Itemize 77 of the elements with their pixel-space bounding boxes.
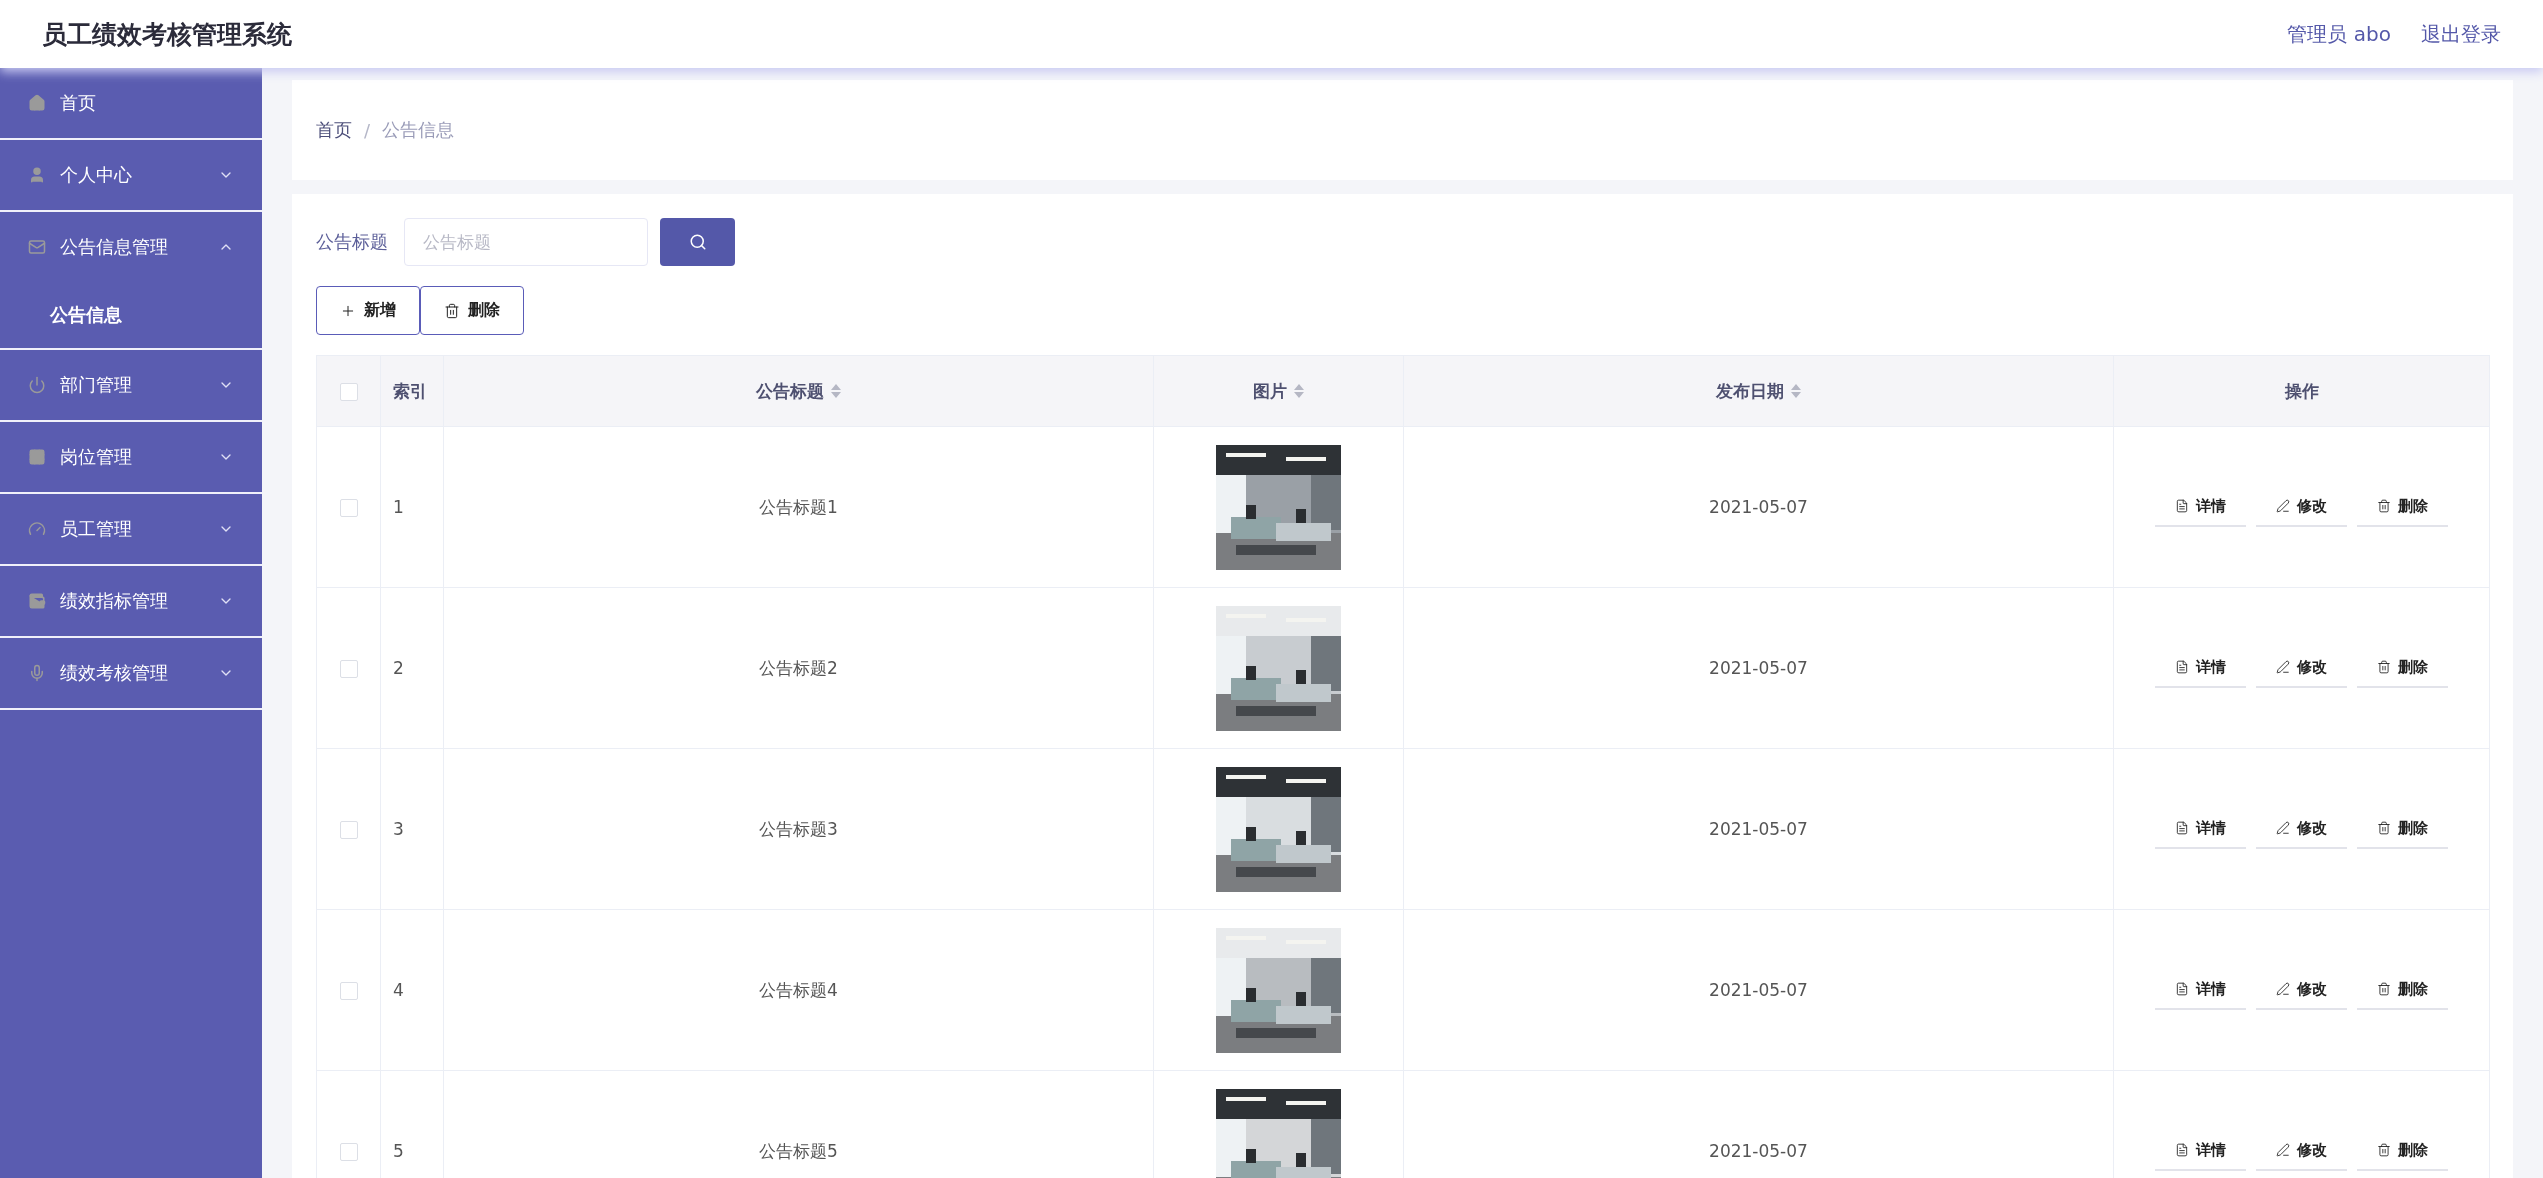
checkbox[interactable] bbox=[339, 660, 358, 678]
sidebar-item-label: 公告信息管理 bbox=[60, 235, 169, 259]
document-icon bbox=[2175, 1143, 2189, 1157]
column-header: 索引 bbox=[380, 355, 444, 427]
document-icon bbox=[2175, 821, 2189, 835]
add-button[interactable]: 新增 bbox=[316, 286, 420, 335]
trash-icon bbox=[2377, 821, 2391, 835]
sidebar-item[interactable]: 绩效指标管理 bbox=[0, 566, 262, 638]
wallet-icon bbox=[28, 592, 46, 610]
table-cell: 4 bbox=[380, 909, 444, 1071]
document-icon bbox=[2175, 660, 2189, 674]
table-cell: 公告标题4 bbox=[443, 909, 1154, 1071]
home-icon bbox=[28, 94, 46, 112]
pencil-icon bbox=[2276, 982, 2290, 996]
search-button[interactable] bbox=[660, 218, 735, 266]
user-icon bbox=[28, 166, 46, 184]
breadcrumb-separator: / bbox=[364, 119, 371, 141]
trash-icon bbox=[2377, 499, 2391, 513]
delete-button[interactable]: 删除 bbox=[420, 286, 524, 335]
user-name: 管理员 abo bbox=[2287, 20, 2391, 48]
sidebar-item[interactable]: 部门管理 bbox=[0, 350, 262, 422]
search-icon bbox=[688, 233, 707, 251]
checkbox[interactable] bbox=[339, 1143, 358, 1161]
pencil-icon bbox=[2276, 499, 2290, 513]
search-label: 公告标题 bbox=[316, 230, 388, 254]
table-cell: 2021-05-07 bbox=[1403, 909, 2114, 1071]
power-icon bbox=[28, 376, 46, 394]
sidebar-item[interactable]: 员工管理 bbox=[0, 494, 262, 566]
document-icon bbox=[2175, 499, 2189, 513]
column-header[interactable]: 图片 bbox=[1153, 355, 1404, 427]
table-cell: 2021-05-07 bbox=[1403, 426, 2114, 588]
table-cell: 公告标题2 bbox=[443, 587, 1154, 749]
sort-icon bbox=[1789, 383, 1802, 399]
checkbox[interactable] bbox=[339, 383, 358, 401]
sidebar-item-label: 岗位管理 bbox=[60, 445, 133, 469]
sidebar-item-label: 绩效考核管理 bbox=[60, 661, 169, 685]
sidebar-item[interactable]: 绩效考核管理 bbox=[0, 638, 262, 710]
gauge-icon bbox=[28, 520, 46, 538]
app-title: 员工绩效考核管理系统 bbox=[42, 18, 292, 51]
column-header[interactable]: 发布日期 bbox=[1403, 355, 2114, 427]
pencil-icon bbox=[2276, 1143, 2290, 1157]
trash-icon bbox=[2377, 660, 2391, 674]
table-cell: 公告标题1 bbox=[443, 426, 1154, 588]
trash-icon bbox=[2377, 1143, 2391, 1157]
trash-icon bbox=[444, 302, 460, 319]
table-cell: 2021-05-07 bbox=[1403, 748, 2114, 910]
sidebar-item-label: 个人中心 bbox=[60, 163, 133, 187]
column-header[interactable]: 公告标题 bbox=[443, 355, 1154, 427]
microphone-icon bbox=[28, 664, 46, 682]
pencil-icon bbox=[2276, 660, 2290, 674]
search-field[interactable]: 公告标题 bbox=[404, 218, 648, 266]
pencil-icon bbox=[2276, 821, 2290, 835]
sort-icon bbox=[829, 383, 842, 399]
column-header: 操作 bbox=[2113, 355, 2490, 427]
sidebar-item[interactable]: 岗位管理 bbox=[0, 422, 262, 494]
table-cell: 2021-05-07 bbox=[1403, 587, 2114, 749]
sidebar-item-label: 员工管理 bbox=[60, 517, 133, 541]
checkbox[interactable] bbox=[339, 499, 358, 517]
sort-icon bbox=[1292, 383, 1305, 399]
envelope-icon bbox=[28, 238, 46, 256]
sidebar-item[interactable]: 公告信息管理 bbox=[0, 212, 262, 282]
sidebar-item-label: 绩效指标管理 bbox=[60, 589, 169, 613]
checkbox[interactable] bbox=[339, 982, 358, 1000]
sidebar-item[interactable]: 个人中心 bbox=[0, 140, 262, 212]
document-icon bbox=[2175, 982, 2189, 996]
sidebar-item[interactable]: 首页 bbox=[0, 68, 262, 140]
breadcrumb-item: 公告信息 bbox=[382, 118, 455, 142]
sidebar-item-label: 部门管理 bbox=[60, 373, 133, 397]
checkbox[interactable] bbox=[339, 821, 358, 839]
trash-icon bbox=[2377, 982, 2391, 996]
logout-link[interactable]: 退出登录 bbox=[2421, 20, 2501, 48]
table-cell: 2 bbox=[380, 587, 444, 749]
breadcrumb-item[interactable]: 首页 bbox=[316, 118, 352, 142]
sidebar-item-label: 首页 bbox=[60, 91, 97, 115]
table-cell: 1 bbox=[380, 426, 444, 588]
table-cell: 公告标题3 bbox=[443, 748, 1154, 910]
table-cell: 3 bbox=[380, 748, 444, 910]
